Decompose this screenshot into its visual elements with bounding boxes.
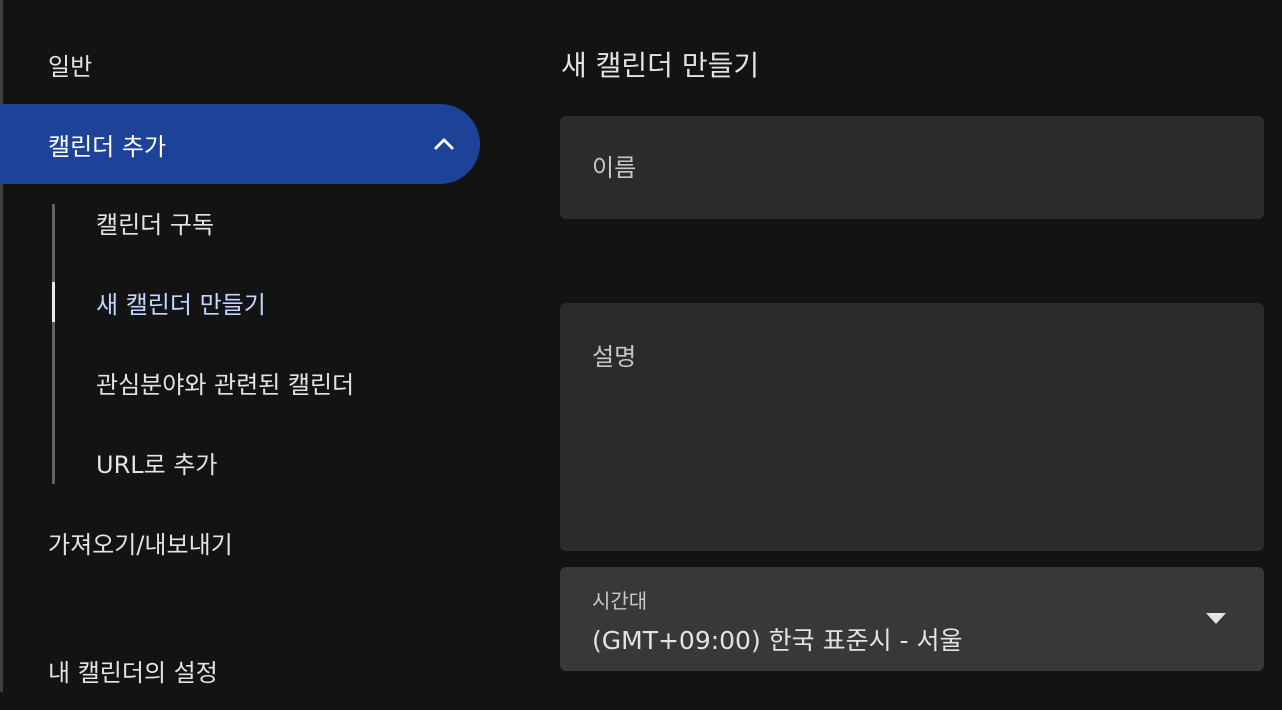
- sidebar-section-label: 내 캘린더의 설정: [48, 658, 218, 687]
- sidebar-item-label: 일반: [48, 52, 93, 81]
- subnav-item-label: 새 캘린더 만들기: [96, 290, 266, 319]
- sidebar-item-general[interactable]: 일반: [0, 24, 480, 104]
- timezone-value: (GMT+09:00) 한국 표준시 - 서울: [592, 626, 963, 655]
- subnav-item-create-calendar[interactable]: 새 캘린더 만들기: [52, 282, 475, 322]
- sidebar-item-add-calendar[interactable]: 캘린더 추가: [0, 104, 480, 184]
- sidebar-item-label: 캘린더 추가: [48, 132, 167, 161]
- add-calendar-subnav: 캘린더 구독 새 캘린더 만들기 관심분야와 관련된 캘린더 URL로 추가: [52, 204, 500, 484]
- page-title: 새 캘린더 만들기: [561, 49, 760, 82]
- sidebar-item-import-export[interactable]: 가져오기/내보내기: [0, 502, 480, 582]
- subnav-item-label: 캘린더 구독: [96, 210, 215, 239]
- sidebar-section-my-calendar-settings: 내 캘린더의 설정: [0, 630, 480, 710]
- calendar-name-input[interactable]: [560, 116, 1264, 219]
- subnav-item-browse-interest[interactable]: 관심분야와 관련된 캘린더: [55, 362, 475, 402]
- settings-sidebar: 일반 캘린더 추가 캘린더 구독 새 캘린더 만들기 관심분야와 관련된 캘린더…: [0, 0, 500, 692]
- dropdown-arrow-icon: [1206, 613, 1226, 624]
- chevron-up-icon: [434, 138, 454, 150]
- sidebar-item-label: 가져오기/내보내기: [48, 530, 233, 559]
- subnav-item-label: 관심분야와 관련된 캘린더: [96, 370, 355, 399]
- subnav-item-label: URL로 추가: [96, 450, 218, 479]
- calendar-description-input[interactable]: [560, 303, 1264, 551]
- timezone-select[interactable]: 시간대 (GMT+09:00) 한국 표준시 - 서울: [560, 567, 1264, 671]
- subnav-item-from-url[interactable]: URL로 추가: [55, 442, 475, 482]
- timezone-label: 시간대: [592, 589, 648, 613]
- subnav-item-subscribe[interactable]: 캘린더 구독: [55, 202, 475, 242]
